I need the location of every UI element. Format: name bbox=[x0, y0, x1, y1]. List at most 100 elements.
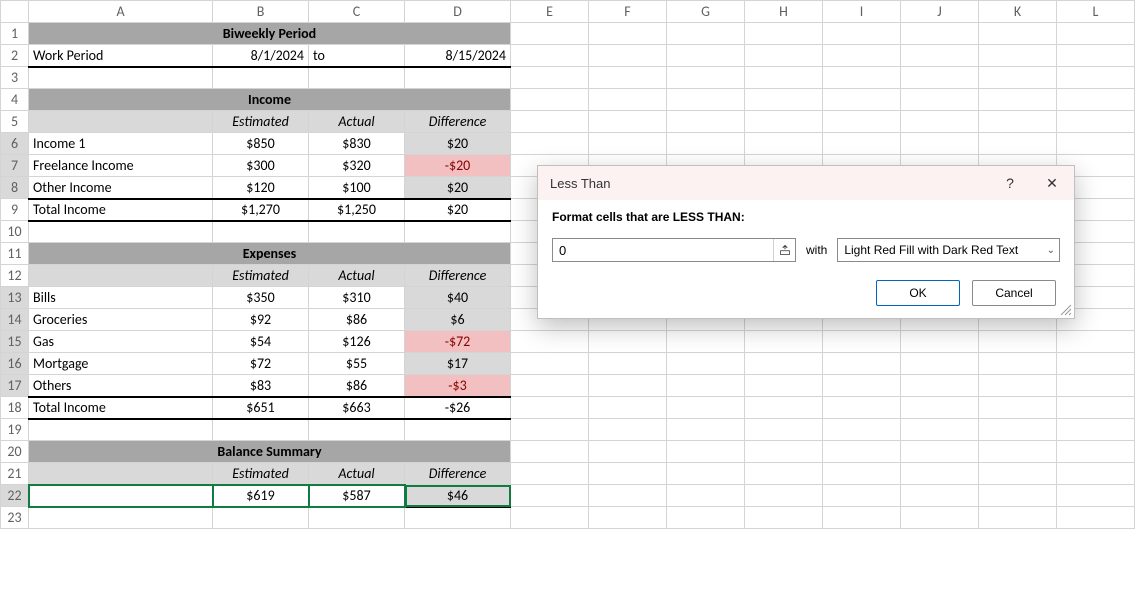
cell[interactable] bbox=[901, 441, 979, 463]
cell[interactable]: $17 bbox=[405, 353, 511, 375]
cell[interactable]: Actual bbox=[309, 265, 405, 287]
row-header-13[interactable]: 13 bbox=[1, 287, 29, 309]
cell[interactable]: Estimated bbox=[213, 463, 309, 485]
cell[interactable] bbox=[823, 419, 901, 441]
cell[interactable] bbox=[823, 45, 901, 67]
cell[interactable] bbox=[823, 23, 901, 45]
cell[interactable] bbox=[667, 353, 745, 375]
cell[interactable]: $20 bbox=[405, 199, 511, 221]
cell-balance-title[interactable]: Balance Summary bbox=[29, 441, 511, 463]
cell-active[interactable]: $46 bbox=[405, 485, 511, 507]
cell[interactable] bbox=[667, 23, 745, 45]
cell[interactable] bbox=[667, 89, 745, 111]
cell[interactable] bbox=[511, 67, 589, 89]
ok-button[interactable]: OK bbox=[876, 280, 960, 306]
cell[interactable] bbox=[589, 375, 667, 397]
cell[interactable] bbox=[979, 375, 1057, 397]
col-header-D[interactable]: D bbox=[405, 1, 511, 23]
cell[interactable] bbox=[667, 45, 745, 67]
col-header-J[interactable]: J bbox=[901, 1, 979, 23]
cell[interactable] bbox=[823, 375, 901, 397]
cell[interactable] bbox=[213, 507, 309, 529]
cell[interactable] bbox=[667, 375, 745, 397]
cell[interactable]: Freelance Income bbox=[29, 155, 213, 177]
cell[interactable]: $126 bbox=[309, 331, 405, 353]
cell[interactable]: $83 bbox=[213, 375, 309, 397]
cell[interactable] bbox=[745, 111, 823, 133]
cell[interactable] bbox=[823, 67, 901, 89]
cell[interactable]: Actual bbox=[309, 463, 405, 485]
cell[interactable] bbox=[823, 89, 901, 111]
cell[interactable] bbox=[823, 331, 901, 353]
cell[interactable] bbox=[1057, 463, 1135, 485]
cell[interactable] bbox=[511, 331, 589, 353]
cell-income-difference[interactable]: Difference bbox=[405, 111, 511, 133]
cell[interactable] bbox=[1057, 331, 1135, 353]
cell[interactable] bbox=[589, 485, 667, 507]
cell[interactable] bbox=[979, 507, 1057, 529]
cell[interactable]: Difference bbox=[405, 463, 511, 485]
cell[interactable] bbox=[667, 111, 745, 133]
cell[interactable] bbox=[901, 419, 979, 441]
cell[interactable] bbox=[405, 507, 511, 529]
cell-period-end[interactable]: 8/15/2024 bbox=[405, 45, 511, 67]
cell[interactable] bbox=[901, 463, 979, 485]
row-header-20[interactable]: 20 bbox=[1, 441, 29, 463]
col-header-I[interactable]: I bbox=[823, 1, 901, 23]
cell[interactable] bbox=[511, 397, 589, 419]
cell[interactable]: $310 bbox=[309, 287, 405, 309]
col-header-K[interactable]: K bbox=[979, 1, 1057, 23]
cell[interactable] bbox=[511, 485, 589, 507]
col-header-E[interactable]: E bbox=[511, 1, 589, 23]
cell[interactable] bbox=[745, 89, 823, 111]
cell-work-period-label[interactable]: Work Period bbox=[29, 45, 213, 67]
resize-grip-icon[interactable] bbox=[1060, 304, 1072, 316]
cell[interactable]: $651 bbox=[213, 397, 309, 419]
row-header-15[interactable]: 15 bbox=[1, 331, 29, 353]
row-header-14[interactable]: 14 bbox=[1, 309, 29, 331]
cell[interactable]: $1,270 bbox=[213, 199, 309, 221]
cell[interactable] bbox=[29, 67, 213, 89]
row-header-11[interactable]: 11 bbox=[1, 243, 29, 265]
cell[interactable]: $86 bbox=[309, 309, 405, 331]
cell[interactable] bbox=[823, 133, 901, 155]
cell[interactable] bbox=[745, 331, 823, 353]
cell-expenses-title[interactable]: Expenses bbox=[29, 243, 511, 265]
cell[interactable] bbox=[405, 221, 511, 243]
cell[interactable] bbox=[405, 67, 511, 89]
row-header-8[interactable]: 8 bbox=[1, 177, 29, 199]
cell[interactable] bbox=[511, 133, 589, 155]
cell[interactable]: Gas bbox=[29, 331, 213, 353]
cell[interactable]: $663 bbox=[309, 397, 405, 419]
cell[interactable]: $72 bbox=[213, 353, 309, 375]
cell[interactable]: Groceries bbox=[29, 309, 213, 331]
cell[interactable]: $619 bbox=[213, 485, 309, 507]
cell-income-actual[interactable]: Actual bbox=[309, 111, 405, 133]
cell[interactable] bbox=[589, 111, 667, 133]
cell[interactable] bbox=[589, 507, 667, 529]
cell[interactable]: Mortgage bbox=[29, 353, 213, 375]
cell[interactable] bbox=[29, 419, 213, 441]
cell[interactable] bbox=[405, 419, 511, 441]
cell[interactable] bbox=[213, 67, 309, 89]
cell-income-estimated[interactable]: Estimated bbox=[213, 111, 309, 133]
col-header-H[interactable]: H bbox=[745, 1, 823, 23]
cell-period-to[interactable]: to bbox=[309, 45, 405, 67]
row-header-9[interactable]: 9 bbox=[1, 199, 29, 221]
cell[interactable] bbox=[511, 507, 589, 529]
cell[interactable] bbox=[511, 419, 589, 441]
cell[interactable] bbox=[745, 507, 823, 529]
cell[interactable]: -$3 bbox=[405, 375, 511, 397]
cell[interactable] bbox=[309, 419, 405, 441]
col-header-A[interactable]: A bbox=[29, 1, 213, 23]
range-picker-button[interactable] bbox=[773, 239, 795, 261]
cell[interactable] bbox=[979, 485, 1057, 507]
cell[interactable] bbox=[901, 331, 979, 353]
cell[interactable] bbox=[511, 375, 589, 397]
cell[interactable]: $6 bbox=[405, 309, 511, 331]
cancel-button[interactable]: Cancel bbox=[972, 280, 1056, 306]
row-header-4[interactable]: 4 bbox=[1, 89, 29, 111]
cell[interactable]: $120 bbox=[213, 177, 309, 199]
row-header-5[interactable]: 5 bbox=[1, 111, 29, 133]
cell[interactable]: $54 bbox=[213, 331, 309, 353]
